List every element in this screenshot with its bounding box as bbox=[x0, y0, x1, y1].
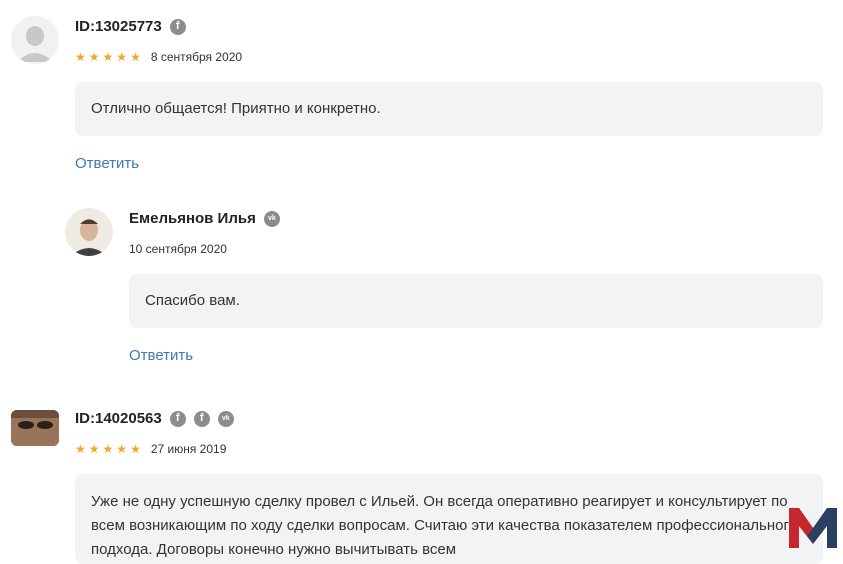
review-header: ID:14020563 f f vk bbox=[75, 410, 234, 427]
star-icon: ★ bbox=[75, 442, 86, 456]
avatar[interactable] bbox=[11, 410, 59, 446]
avatar-placeholder[interactable] bbox=[11, 16, 59, 64]
user-name[interactable]: Емельянов Илья bbox=[129, 210, 256, 227]
facebook-icon[interactable]: f bbox=[169, 410, 186, 427]
review-1: ID:13025773 f ★ ★ ★ ★ ★ 8 сентября 2020 … bbox=[0, 0, 843, 190]
avatar[interactable] bbox=[65, 208, 113, 256]
review-meta: 10 сентября 2020 bbox=[129, 242, 227, 256]
review-reply: Емельянов Илья vk 10 сентября 2020 Спаси… bbox=[0, 190, 843, 380]
star-icon: ★ bbox=[130, 50, 141, 64]
facebook-icon[interactable]: f bbox=[169, 18, 186, 35]
reply-link[interactable]: Ответить bbox=[75, 155, 139, 172]
review-header: ID:13025773 f bbox=[75, 18, 186, 35]
star-icon: ★ bbox=[102, 442, 114, 456]
reply-link[interactable]: Ответить bbox=[129, 347, 193, 364]
review-meta: ★ ★ ★ ★ ★ 27 июня 2019 bbox=[75, 442, 226, 456]
user-id[interactable]: ID:13025773 bbox=[75, 18, 162, 35]
review-header: Емельянов Илья vk bbox=[129, 210, 280, 227]
review-text: Спасибо вам. bbox=[129, 274, 823, 328]
review-text: Уже не одну успешную сделку провел с Иль… bbox=[75, 474, 823, 564]
user-id[interactable]: ID:14020563 bbox=[75, 410, 162, 427]
review-text: Отлично общается! Приятно и конкретно. bbox=[75, 82, 823, 136]
star-icon: ★ bbox=[88, 50, 100, 64]
review-date: 10 сентября 2020 bbox=[129, 242, 227, 256]
star-icon: ★ bbox=[116, 442, 128, 456]
facebook-icon[interactable]: f bbox=[193, 410, 210, 427]
vk-icon[interactable]: vk bbox=[217, 410, 234, 427]
rating-stars: ★ ★ ★ ★ ★ bbox=[75, 443, 141, 455]
star-icon: ★ bbox=[116, 50, 128, 64]
star-icon: ★ bbox=[102, 50, 114, 64]
brand-logo[interactable] bbox=[787, 504, 839, 550]
review-date: 8 сентября 2020 bbox=[150, 50, 243, 64]
review-meta: ★ ★ ★ ★ ★ 8 сентября 2020 bbox=[75, 50, 242, 64]
rating-stars: ★ ★ ★ ★ ★ bbox=[75, 51, 141, 63]
star-icon: ★ bbox=[130, 442, 141, 456]
review-date: 27 июня 2019 bbox=[150, 442, 227, 456]
review-3: ID:14020563 f f vk ★ ★ ★ ★ ★ 27 июня 201… bbox=[0, 380, 843, 564]
star-icon: ★ bbox=[75, 50, 86, 64]
star-icon: ★ bbox=[88, 442, 100, 456]
vk-icon[interactable]: vk bbox=[263, 210, 280, 227]
